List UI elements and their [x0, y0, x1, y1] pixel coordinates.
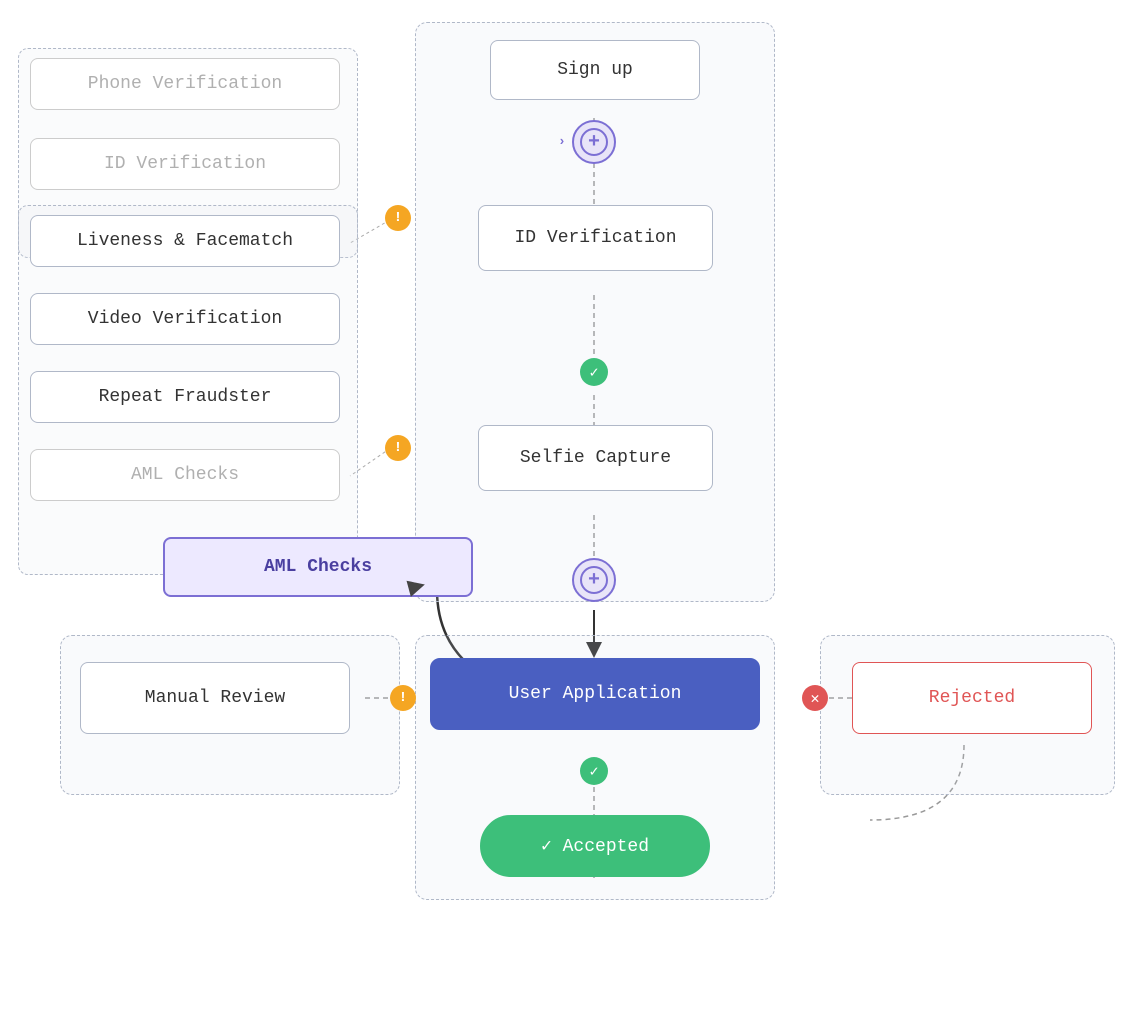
sidebar-id-verification[interactable]: ID Verification: [30, 138, 340, 190]
warn-icon-aml: !: [385, 435, 411, 461]
reject-icon: ✕: [802, 685, 828, 711]
x-symbol: ✕: [810, 689, 819, 708]
warn-symbol-2: !: [394, 440, 402, 456]
id-verification-main-node[interactable]: ID Verification: [478, 205, 713, 271]
flow-region-main: [415, 22, 775, 602]
check-symbol: ✓: [589, 363, 598, 382]
sidebar-liveness-facematch[interactable]: Liveness & Facematch: [30, 215, 340, 267]
add-step-icon-1[interactable]: + ›: [572, 120, 616, 164]
warn-symbol-3: !: [399, 690, 407, 706]
user-application-check-icon: ✓: [580, 757, 608, 785]
accepted-node[interactable]: ✓ Accepted: [480, 815, 710, 877]
check-symbol-2: ✓: [589, 762, 598, 781]
plus-symbol-1: +: [588, 131, 600, 154]
add-step-icon-2[interactable]: +: [572, 558, 616, 602]
warn-icon-manual-review: !: [390, 685, 416, 711]
signup-node[interactable]: Sign up: [490, 40, 700, 100]
warn-symbol-1: !: [394, 210, 402, 226]
sidebar-phone-verification[interactable]: Phone Verification: [30, 58, 340, 110]
rejected-node[interactable]: Rejected: [852, 662, 1092, 734]
warn-icon-liveness: !: [385, 205, 411, 231]
id-verification-check-icon: ✓: [580, 358, 608, 386]
plus-symbol-2: +: [588, 569, 600, 592]
user-application-node[interactable]: User Application: [430, 658, 760, 730]
aml-checks-drag-node[interactable]: AML Checks: [163, 537, 473, 597]
arrow-indicator: ›: [558, 134, 566, 149]
sidebar-video-verification[interactable]: Video Verification: [30, 293, 340, 345]
selfie-capture-node[interactable]: Selfie Capture: [478, 425, 713, 491]
manual-review-node[interactable]: Manual Review: [80, 662, 350, 734]
sidebar-repeat-fraudster[interactable]: Repeat Fraudster: [30, 371, 340, 423]
sidebar-aml-checks[interactable]: AML Checks: [30, 449, 340, 501]
